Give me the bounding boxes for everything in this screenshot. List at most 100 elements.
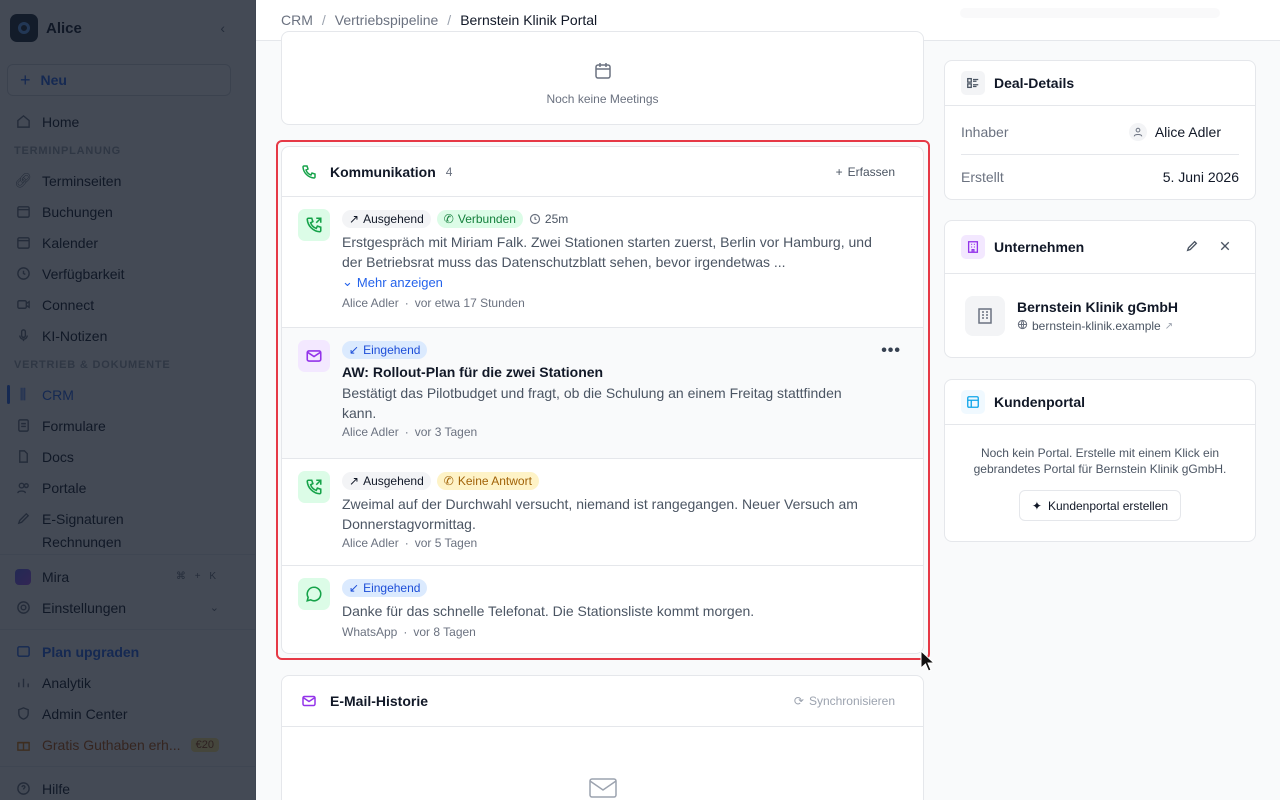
customer-portal-title: Kundenportal bbox=[994, 394, 1085, 410]
customer-portal-header: Kundenportal bbox=[945, 380, 1255, 425]
communication-meta: WhatsApp · vor 8 Tagen bbox=[342, 625, 476, 639]
plus-icon: + bbox=[20, 69, 31, 90]
communication-body: Bestätigt das Pilotbudget und fragt, ob … bbox=[342, 385, 842, 421]
sync-label: Synchronisieren bbox=[808, 694, 895, 708]
communication-body: Danke für das schnelle Telefonat. Die St… bbox=[342, 603, 755, 619]
breadcrumb-crm[interactable]: CRM bbox=[281, 12, 313, 28]
sidebar-item-kalender[interactable]: Kalender bbox=[0, 227, 255, 258]
sync-button[interactable]: ⟳ Synchronisieren bbox=[794, 694, 895, 708]
sidebar-item-label: Mira bbox=[42, 568, 70, 585]
show-more-label: Mehr anzeigen bbox=[356, 274, 443, 290]
sidebar-item-home[interactable]: Home bbox=[0, 106, 255, 137]
building-icon bbox=[961, 235, 985, 259]
author: Alice Adler bbox=[342, 536, 399, 550]
arrow-down-left-icon: ↙ bbox=[349, 342, 360, 357]
sidebar-item-settings[interactable]: Einstellungen ⌄ bbox=[0, 592, 255, 623]
arrow-down-left-icon: ↙ bbox=[349, 580, 360, 595]
upgrade-icon bbox=[14, 643, 32, 661]
sidebar-item-buchungen[interactable]: Buchungen bbox=[0, 196, 255, 227]
sidebar-item-analytics[interactable]: Analytik bbox=[0, 667, 255, 698]
new-button-label: Neu bbox=[40, 72, 67, 88]
mouse-cursor-icon bbox=[920, 650, 936, 672]
customer-portal-card: Kundenportal Noch kein Portal. Erstelle … bbox=[944, 379, 1256, 542]
workspace-switcher[interactable]: Alice ‹ bbox=[0, 0, 255, 56]
layout-icon bbox=[961, 390, 985, 414]
mira-icon bbox=[14, 568, 32, 586]
owner-label: Inhaber bbox=[961, 124, 1009, 140]
company-title: Unternehmen bbox=[994, 239, 1085, 255]
direction-badge: ↙ Eingehend bbox=[342, 340, 428, 359]
communication-meta: Alice Adler · vor 3 Tagen bbox=[342, 425, 478, 439]
close-icon[interactable] bbox=[1219, 239, 1231, 256]
owner-value[interactable]: Alice Adler bbox=[1128, 123, 1221, 141]
communication-item[interactable]: ↗ Ausgehend ✆ Keine Antwort Zweimal auf de… bbox=[282, 459, 923, 566]
collapse-sidebar-icon[interactable]: ‹ bbox=[220, 20, 225, 36]
sidebar-item-label: Buchungen bbox=[42, 203, 113, 220]
sidebar-item-portale[interactable]: Portale bbox=[0, 472, 255, 503]
create-portal-button[interactable]: ✦ Kundenportal erstellen bbox=[1018, 490, 1182, 521]
edit-pencil-icon[interactable] bbox=[1185, 239, 1199, 256]
sidebar-item-docs[interactable]: Docs bbox=[0, 441, 255, 472]
help-icon bbox=[14, 780, 32, 798]
timestamp: vor 5 Tagen bbox=[414, 536, 478, 550]
company-entry[interactable]: Bernstein Klinik gGmbH bernstein-klinik.… bbox=[945, 274, 1255, 358]
list-details-icon bbox=[961, 71, 985, 95]
sidebar-item-label: Formulare bbox=[42, 417, 106, 434]
sidebar-item-admin[interactable]: Admin Center bbox=[0, 698, 255, 729]
email-history-title: E-Mail-Historie bbox=[330, 693, 429, 709]
sparkle-icon: ✦ bbox=[1031, 498, 1042, 513]
new-button[interactable]: + Neu bbox=[7, 64, 231, 96]
sidebar-item-crm[interactable]: ⫼ CRM bbox=[0, 379, 255, 410]
document-icon bbox=[14, 448, 32, 466]
gift-icon bbox=[14, 736, 32, 754]
phone-icon bbox=[298, 161, 320, 183]
missed-call-icon: ✆ bbox=[443, 473, 454, 488]
communication-item[interactable]: ↙ Eingehend Danke für das schnelle Telefo… bbox=[282, 566, 923, 654]
sidebar-item-mira[interactable]: Mira ⌘ + K bbox=[0, 561, 255, 592]
sidebar-item-connect[interactable]: Connect bbox=[0, 289, 255, 320]
log-communication-label: Erfassen bbox=[847, 164, 895, 179]
timestamp: vor 8 Tagen bbox=[413, 625, 476, 639]
chat-bubble-icon bbox=[298, 578, 330, 610]
mail-icon bbox=[298, 690, 320, 712]
sidebar-item-credit[interactable]: Gratis Guthaben erh... €20 bbox=[0, 729, 255, 760]
communication-item[interactable]: ↙ Eingehend ••• AW: Rollout-Plan für die … bbox=[282, 328, 923, 459]
user-avatar-icon bbox=[1128, 123, 1147, 141]
company-url: bernstein-klinik.example bbox=[1032, 319, 1161, 333]
sidebar-section-sales: VERTRIEB & DOKUMENTE bbox=[14, 359, 171, 371]
channel: WhatsApp bbox=[342, 625, 398, 639]
sidebar-item-label: Plan upgraden bbox=[42, 643, 140, 660]
calendar-icon bbox=[14, 234, 32, 252]
direction-badge: ↗ Ausgehend bbox=[342, 471, 431, 490]
sidebar-item-help[interactable]: Hilfe bbox=[0, 773, 255, 800]
meetings-card: Noch keine Meetings bbox=[281, 31, 924, 125]
clock-icon bbox=[529, 213, 541, 224]
sidebar-divider bbox=[0, 629, 255, 630]
email-history-card: E-Mail-Historie ⟳ Synchronisieren bbox=[281, 675, 924, 800]
timestamp: vor etwa 17 Stunden bbox=[414, 296, 525, 310]
company-website-link[interactable]: bernstein-klinik.example ↗ bbox=[1017, 319, 1178, 333]
sidebar-item-label: Gratis Guthaben erh... bbox=[42, 736, 181, 753]
link-icon: 🔗︎ bbox=[14, 172, 32, 188]
status-label: Keine Antwort bbox=[457, 473, 532, 488]
phone-icon: ✆ bbox=[443, 211, 454, 226]
sidebar-item-ki-notizen[interactable]: KI-Notizen bbox=[0, 320, 255, 351]
sidebar-item-rechnungen[interactable]: Rechnungen bbox=[0, 534, 255, 548]
users-icon bbox=[14, 479, 32, 497]
status-badge: ✆ Keine Antwort bbox=[436, 471, 539, 490]
globe-icon bbox=[1017, 319, 1028, 333]
more-options-icon[interactable]: ••• bbox=[881, 342, 901, 360]
communication-item[interactable]: ↗ Ausgehend ✆ Verbunden 25m Erstgespräch m… bbox=[282, 197, 923, 328]
breadcrumb-pipeline[interactable]: Vertriebspipeline bbox=[335, 12, 439, 28]
sidebar-item-terminseiten[interactable]: 🔗︎ Terminseiten bbox=[0, 165, 255, 196]
sidebar-item-label: CRM bbox=[42, 386, 74, 403]
sidebar-item-verfuegbarkeit[interactable]: Verfügbarkeit bbox=[0, 258, 255, 289]
communication-subject: AW: Rollout-Plan für die zwei Stationen bbox=[342, 364, 604, 380]
sidebar-item-e-signaturen[interactable]: E-Signaturen bbox=[0, 503, 255, 534]
log-communication-button[interactable]: + Erfassen bbox=[836, 165, 895, 179]
show-more-link[interactable]: ⌄ Mehr anzeigen bbox=[342, 274, 907, 290]
breadcrumb-separator: / bbox=[447, 12, 452, 28]
sidebar-divider bbox=[0, 554, 255, 555]
sidebar-item-upgrade[interactable]: Plan upgraden bbox=[0, 636, 255, 667]
sidebar-item-formulare[interactable]: Formulare bbox=[0, 410, 255, 441]
